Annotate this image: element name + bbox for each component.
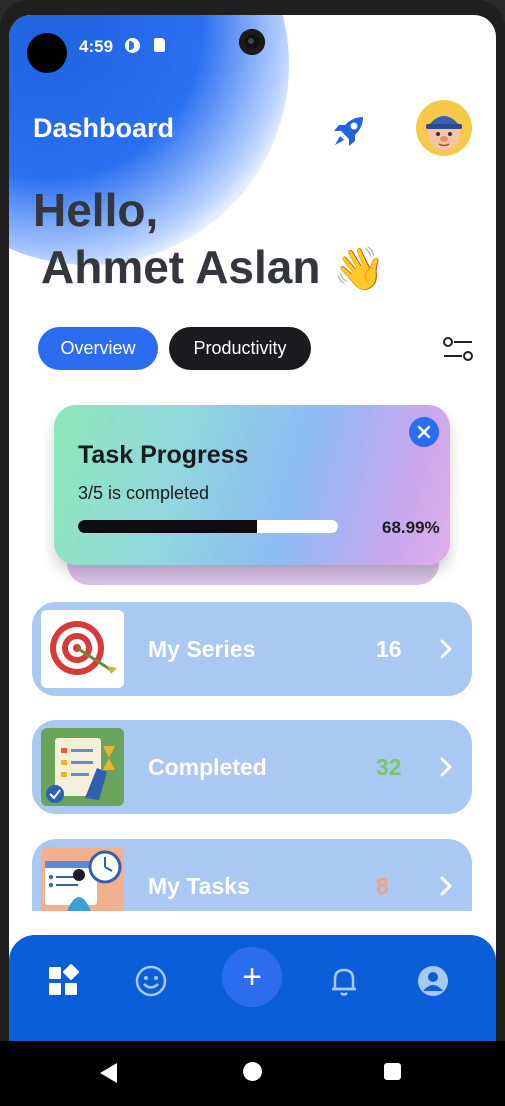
- recents-icon[interactable]: [384, 1063, 401, 1080]
- chevron-right-icon: [440, 757, 452, 777]
- progress-percent: 68.99%: [382, 518, 440, 537]
- card-title: Task Progress: [78, 441, 249, 469]
- bell-icon[interactable]: [326, 963, 362, 999]
- list-item-my-tasks[interactable]: My Tasks 8: [32, 839, 472, 911]
- tab-productivity[interactable]: Productivity: [169, 327, 311, 370]
- row-count: 16: [376, 636, 402, 662]
- avatar-face-icon: [426, 116, 462, 150]
- close-card-button[interactable]: [409, 417, 439, 447]
- status-time: 4:59: [79, 37, 114, 56]
- rocket-icon[interactable]: [329, 111, 369, 151]
- tab-overview[interactable]: Overview: [38, 327, 158, 370]
- greeting-hello: Hello,: [33, 184, 159, 236]
- row-label: My Series: [148, 636, 256, 662]
- progress-bar: [78, 520, 338, 533]
- dashboard-icon[interactable]: [45, 963, 81, 999]
- list-item-completed[interactable]: Completed 32: [32, 720, 472, 814]
- row-label: My Tasks: [148, 873, 250, 899]
- front-camera-center: [239, 29, 265, 55]
- back-icon[interactable]: [100, 1063, 117, 1083]
- checklist-icon: [41, 728, 124, 806]
- progress-bar-fill: [78, 520, 258, 533]
- sd-card-icon: [154, 38, 165, 52]
- chevron-right-icon: [440, 639, 452, 659]
- data-saver-icon: [125, 38, 140, 53]
- smiley-icon[interactable]: [133, 963, 169, 999]
- row-count: 8: [376, 873, 389, 899]
- add-button[interactable]: +: [222, 947, 282, 1007]
- system-navigation-bar: [0, 1041, 505, 1106]
- target-icon: [41, 610, 124, 688]
- task-progress-card[interactable]: Task Progress 3/5 is completed 68.99%: [54, 405, 450, 565]
- profile-icon[interactable]: [415, 963, 451, 999]
- avatar[interactable]: [416, 100, 472, 156]
- row-count: 32: [376, 754, 402, 780]
- front-camera-left: [27, 33, 67, 73]
- greeting-name: Ahmet Aslan 👋: [41, 239, 386, 297]
- chevron-right-icon: [440, 876, 452, 896]
- page-title: Dashboard: [33, 113, 175, 143]
- row-label: Completed: [148, 754, 267, 780]
- filter-settings-icon[interactable]: [442, 335, 474, 363]
- close-icon: [417, 425, 431, 439]
- user-name: Ahmet Aslan: [41, 241, 321, 293]
- status-bar: 4:59: [9, 15, 496, 75]
- waving-hand-icon: 👋: [333, 245, 386, 292]
- home-icon[interactable]: [243, 1062, 262, 1081]
- app-screen: 4:59 Dashboard Hello, Ahmet Aslan 👋 Over…: [9, 15, 496, 1106]
- phone-frame: 4:59 Dashboard Hello, Ahmet Aslan 👋 Over…: [0, 0, 505, 1106]
- bottom-navigation: +: [9, 935, 496, 1055]
- card-subtitle: 3/5 is completed: [78, 483, 210, 503]
- list-item-my-series[interactable]: My Series 16: [32, 602, 472, 696]
- tasks-person-icon: [41, 847, 124, 911]
